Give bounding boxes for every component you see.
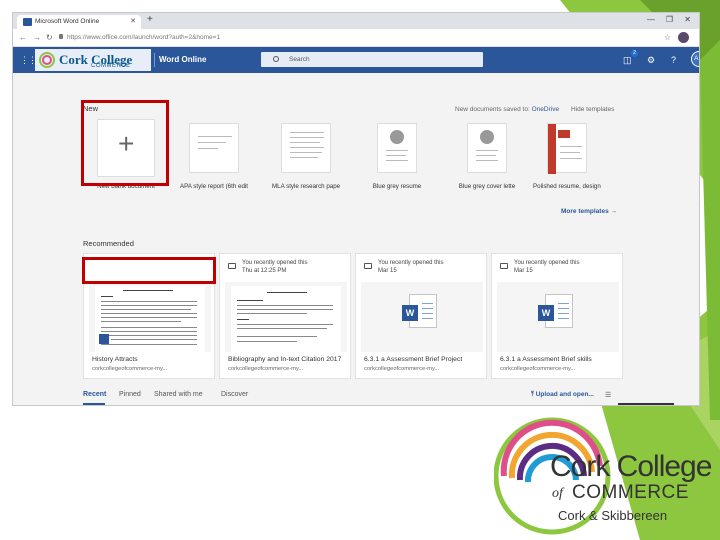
browser-window: Microsoft Word Online ✕ + — ❐ ✕ ← → ↻ ht… [12,12,700,406]
doc-preview [95,286,205,352]
template-label: Polished resume, designed... [533,183,601,190]
card-thumbnail [89,282,211,352]
template-blue-grey-cover[interactable]: Blue grey cover lette [453,123,521,190]
notification-badge: 2 [631,50,638,57]
tab-discover[interactable]: Discover [221,391,248,398]
tab-pinned[interactable]: Pinned [119,391,141,398]
recommended-card[interactable]: You recently opened this Thu at 12:25 PM [219,253,351,379]
upload-button[interactable]: ⤒ Upload and open... [531,391,594,399]
resume-thumbnail [377,123,417,173]
card-thumbnail: W [361,282,483,352]
sort-icon[interactable]: ☰ [605,391,611,399]
back-icon[interactable]: ← [19,33,27,42]
template-mla[interactable]: MLA style research paper [272,123,340,190]
card-activity: You recently opened this Mar 15 [514,260,580,274]
template-label: Blue grey resume [372,183,422,190]
minimize-icon[interactable]: — [647,15,655,24]
folder-icon [500,263,508,269]
bell-icon[interactable]: ◫ [623,55,632,66]
highlight-new-blank [81,100,169,186]
address-bar: ← → ↻ https://www.office.com/launch/word… [13,29,699,47]
url-field[interactable]: https://www.office.com/launch/word?auth=… [67,32,220,41]
hide-templates-link[interactable]: Hide templates [571,106,614,113]
template-apa[interactable]: APA style report (6th editi... [180,123,248,190]
header-divider [154,53,155,67]
help-icon[interactable]: ? [671,55,676,65]
recommended-card[interactable]: You recently opened this Mar 15 W 6.3.1 … [355,253,487,379]
close-tab-icon[interactable]: ✕ [130,17,136,25]
cover-letter-thumbnail [467,123,507,173]
template-polished-resume[interactable]: Polished resume, designed... [533,123,601,190]
card-thumbnail: W [497,282,619,352]
brand-of: of [552,486,563,501]
polished-resume-thumbnail [547,123,587,174]
template-blue-grey-resume[interactable]: Blue grey resume [363,123,431,190]
upload-icon: ⤒ [531,391,534,398]
close-window-icon[interactable]: ✕ [684,15,691,24]
logo-swirl-icon [39,52,55,68]
office-header: ⋮⋮⋮ Cork College COMMERCE Word Online Se… [13,47,699,73]
card-activity: You recently opened this Mar 15 [378,260,444,274]
search-placeholder: Search [289,56,310,63]
user-avatar[interactable]: AM [691,51,699,67]
template-label: Blue grey cover lette [458,183,516,190]
new-tab-icon[interactable]: + [147,14,153,25]
browser-tab[interactable]: Microsoft Word Online ✕ [17,15,141,29]
folder-icon [364,263,372,269]
logo-subtext: COMMERCE [91,63,131,69]
search-input[interactable]: Search [261,52,483,67]
more-templates-link[interactable]: More templates → [561,208,617,215]
card-location: corkcollegeofcommerce-my... [92,366,168,372]
word-file-icon: W [538,294,573,328]
small-bar [618,403,674,405]
card-location: corkcollegeofcommerce-my... [364,366,440,372]
card-header: You recently opened this Mar 15 [492,254,622,280]
tab-bar: Microsoft Word Online ✕ + — ❐ ✕ [13,13,699,29]
college-logo[interactable]: Cork College COMMERCE [35,49,151,71]
onedrive-link[interactable]: OneDrive [532,106,559,113]
folder-icon [228,263,236,269]
tab-title: Microsoft Word Online [35,18,100,25]
highlight-card [82,257,216,284]
forward-icon[interactable]: → [33,33,41,42]
browser-profile-avatar[interactable] [678,32,689,43]
app-name[interactable]: Word Online [159,55,206,64]
card-title: History Attracts [92,356,138,363]
template-label: MLA style research paper [272,183,340,190]
mla-thumbnail [281,123,331,173]
card-activity: You recently opened this Thu at 12:25 PM [242,260,308,274]
restore-icon[interactable]: ❐ [666,15,673,24]
lock-icon [59,34,63,39]
word-file-icon: W [402,294,437,328]
apa-thumbnail [189,123,239,173]
word-tab-icon [23,18,32,26]
tab-recent[interactable]: Recent [83,391,106,398]
cork-college-brand-logo: Cork College of COMMERCE Cork & Skibbere… [494,416,720,540]
card-header: You recently opened this Thu at 12:25 PM [220,254,350,280]
card-location: corkcollegeofcommerce-my... [500,366,576,372]
brand-location: Cork & Skibbereen [558,508,668,523]
gear-icon[interactable]: ⚙ [647,55,655,66]
tab-shared[interactable]: Shared with me [154,391,203,398]
recommended-card[interactable]: You recently opened this Mar 15 W 6.3.1 … [491,253,623,379]
bookmark-star-icon[interactable]: ☆ [664,33,671,42]
brand-title: Cork College [550,450,712,483]
card-title: Bibliography and In-text Citation 2017 [228,356,342,363]
card-title: 6.3.1 a Assessment Brief skills [500,356,592,363]
saved-to-label: New documents saved to: OneDrive [455,106,560,113]
card-title: 6.3.1 a Assessment Brief Project [364,356,463,363]
brand-commerce: COMMERCE [572,482,689,503]
card-header: You recently opened this Mar 15 [356,254,486,280]
card-thumbnail [225,282,347,352]
active-tab-underline [83,403,105,405]
recommended-title: Recommended [83,239,134,248]
reload-icon[interactable]: ↻ [46,33,53,42]
search-icon [273,56,279,62]
doc-preview [231,286,341,352]
template-label: APA style report (6th editi... [180,183,248,190]
card-location: corkcollegeofcommerce-my... [228,366,304,372]
